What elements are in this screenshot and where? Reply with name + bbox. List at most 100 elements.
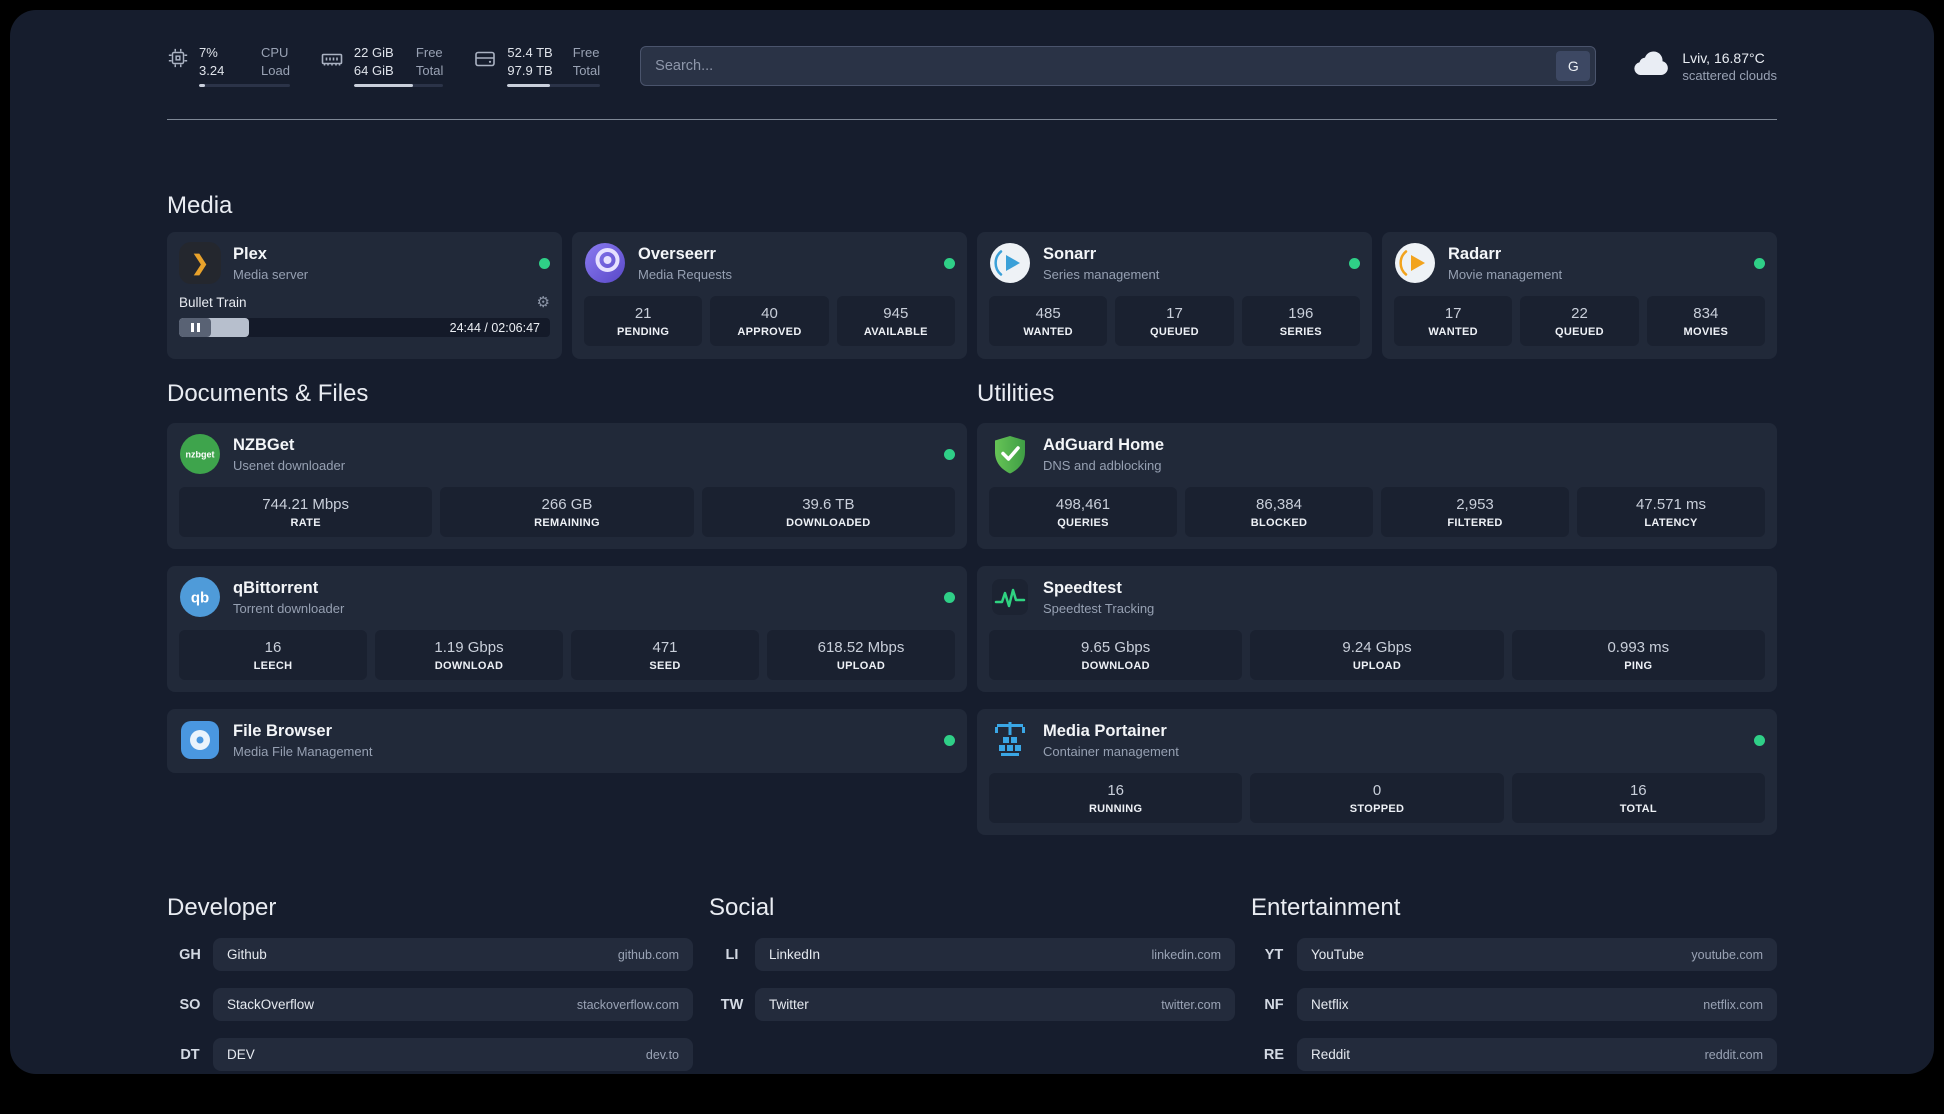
bookmark-name: Github [227, 947, 267, 963]
search-input[interactable] [655, 57, 1557, 74]
stat-queries: 498,461 QUERIES [989, 487, 1177, 538]
memory-widget: 22 GiB 64 GiB Free Total [320, 44, 444, 88]
cpu-load-value: 3.24 [199, 62, 225, 78]
bookmark-abbr: DT [180, 1046, 200, 1063]
nzbget-card[interactable]: nzbget NZBGet Usenet downloader 744.21 M… [167, 423, 967, 550]
bookmark-name: DEV [227, 1047, 255, 1063]
stat-value: 196 [1288, 305, 1314, 323]
stat-label: DOWNLOAD [1081, 660, 1150, 673]
stat-rate: 744.21 Mbps RATE [179, 487, 433, 538]
bookmarks: Developer GH Github github.com SO StackO… [167, 894, 1777, 1074]
disk-total-value: 97.9 TB [507, 62, 553, 78]
stat-value: 21 [634, 305, 652, 323]
stat-label: MOVIES [1683, 326, 1729, 339]
stat-value: 17 [1166, 305, 1183, 323]
stat-download: 1.19 Gbps DOWNLOAD [375, 630, 563, 681]
stat-blocked: 86,384 BLOCKED [1185, 487, 1373, 538]
memory-total-label: Total [415, 62, 444, 78]
qbittorrent-card[interactable]: qb qBittorrent Torrent downloader 16 LEE… [167, 566, 967, 693]
stat-label: UPLOAD [1352, 660, 1402, 673]
bookmark-group-social: Social LI LinkedIn linkedin.com TW Twitt… [709, 894, 1235, 1038]
stat-filtered: 2,953 FILTERED [1381, 487, 1569, 538]
memory-progress-fill [353, 84, 413, 88]
stat-value: 9.65 Gbps [1081, 639, 1151, 657]
stat-label: BLOCKED [1250, 517, 1308, 530]
pause-icon[interactable] [179, 318, 211, 338]
qbittorrent-icon: qb [179, 576, 221, 618]
playback-progress-bar: 24:44 / 02:06:47 [179, 318, 550, 338]
section-title-utilities: Utilities [977, 380, 1055, 408]
bookmark-netflix[interactable]: NF Netflix netflix.com [1251, 988, 1777, 1022]
service-description: Usenet downloader [233, 457, 346, 473]
bookmark-youtube[interactable]: YT YouTube youtube.com [1251, 938, 1777, 972]
now-playing-title: Bullet Train [179, 294, 247, 310]
section-title-entertainment: Entertainment [1251, 894, 1401, 922]
stat-value: 744.21 Mbps [262, 496, 350, 514]
stat-available: 945 AVAILABLE [836, 296, 955, 347]
bookmark-stackoverflow[interactable]: SO StackOverflow stackoverflow.com [167, 988, 693, 1022]
bookmark-abbr: RE [1263, 1046, 1285, 1063]
bookmark-url: twitter.com [1161, 997, 1221, 1012]
status-dot [1754, 734, 1765, 746]
stat-value: 17 [1444, 305, 1462, 323]
media-card-grid: ❯ Plex Media server Bullet Train ⚙ 24:44… [167, 232, 1777, 360]
stat-label: QUERIES [1057, 517, 1109, 530]
status-dot [1349, 257, 1360, 269]
search-provider-button[interactable]: G [1556, 50, 1591, 81]
bookmark-name: StackOverflow [227, 997, 315, 1013]
bookmark-twitter[interactable]: TW Twitter twitter.com [709, 988, 1235, 1022]
speedtest-card[interactable]: Speedtest Speedtest Tracking 9.65 Gbps D… [977, 566, 1777, 693]
service-description: Media File Management [233, 743, 373, 759]
portainer-card[interactable]: Media Portainer Container management 16 … [977, 709, 1777, 836]
disk-icon [473, 47, 497, 71]
stat-label: APPROVED [737, 326, 802, 339]
stat-label: AVAILABLE [863, 326, 928, 339]
bookmark-url: reddit.com [1704, 1047, 1763, 1062]
radarr-card[interactable]: Radarr Movie management 17 WANTED 22 QUE… [1382, 232, 1777, 360]
section-title-media: Media [167, 192, 233, 220]
service-name: Speedtest [1043, 578, 1122, 597]
svg-text:nzbget: nzbget [186, 450, 215, 460]
bookmark-reddit[interactable]: RE Reddit reddit.com [1251, 1038, 1777, 1072]
status-dot [944, 591, 955, 603]
filebrowser-card[interactable]: File Browser Media File Management [167, 709, 967, 774]
cpu-usage-value: 7% [199, 45, 218, 60]
bookmark-url: linkedin.com [1151, 947, 1221, 962]
sonarr-card[interactable]: Sonarr Series management 485 WANTED 17 Q… [977, 232, 1372, 360]
stat-value: 1.19 Gbps [434, 639, 504, 657]
stat-value: 471 [652, 639, 678, 657]
stat-value: 86,384 [1256, 496, 1302, 514]
bookmark-dev[interactable]: DT DEV dev.to [167, 1038, 693, 1072]
service-description: Speedtest Tracking [1043, 600, 1155, 616]
overseerr-card[interactable]: Overseerr Media Requests 21 PENDING 40 A… [572, 232, 967, 360]
sonarr-icon [989, 242, 1031, 284]
stat-queued: 22 QUEUED [1520, 296, 1639, 347]
stat-label: SERIES [1279, 326, 1322, 339]
service-name: Media Portainer [1043, 721, 1167, 740]
plex-card[interactable]: ❯ Plex Media server Bullet Train ⚙ 24:44… [167, 232, 562, 360]
stat-value: 834 [1693, 305, 1719, 323]
stat-upload: 618.52 Mbps UPLOAD [767, 630, 955, 681]
svg-text:qb: qb [191, 590, 209, 607]
nzbget-icon: nzbget [179, 433, 221, 475]
stat-label: LEECH [253, 660, 293, 673]
memory-free-label: Free [415, 45, 443, 60]
bookmark-linkedin[interactable]: LI LinkedIn linkedin.com [709, 938, 1235, 972]
stat-value: 498,461 [1055, 496, 1111, 514]
top-divider [167, 119, 1777, 121]
gear-icon[interactable]: ⚙ [537, 293, 550, 311]
bookmark-abbr: TW [720, 996, 744, 1013]
bookmark-github[interactable]: GH Github github.com [167, 938, 693, 972]
adguard-icon [989, 433, 1031, 475]
disk-free-value: 52.4 TB [507, 45, 553, 60]
stat-value: 2,953 [1456, 496, 1494, 514]
bookmark-group-entertainment: Entertainment YT YouTube youtube.com NF … [1251, 894, 1777, 1074]
adguard-card[interactable]: AdGuard Home DNS and adblocking 498,461 … [977, 423, 1777, 550]
stat-upload: 9.24 Gbps UPLOAD [1250, 630, 1504, 681]
bookmark-url: youtube.com [1691, 947, 1763, 962]
stat-value: 485 [1035, 305, 1061, 323]
stat-value: 16 [264, 639, 282, 657]
status-dot [944, 734, 955, 746]
stat-label: RATE [290, 517, 321, 530]
stat-label: UPLOAD [836, 660, 886, 673]
